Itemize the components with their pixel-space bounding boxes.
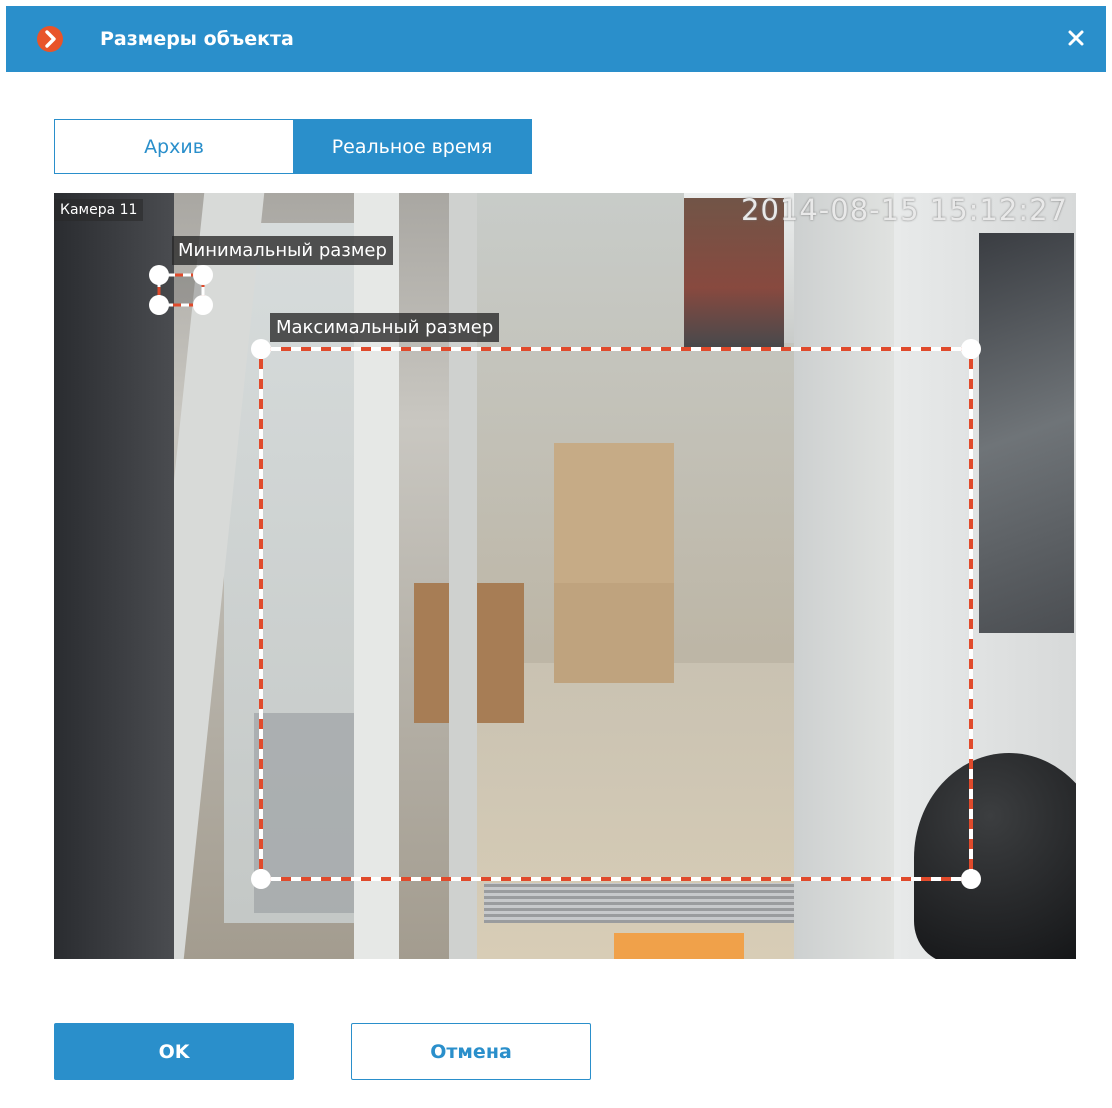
app-logo-icon (37, 26, 63, 52)
max-size-handle[interactable] (961, 339, 981, 359)
camera-video-view[interactable]: Камера 11 2014-08-15 15:12:27 Минимальны… (54, 193, 1076, 959)
ok-button[interactable]: OK (54, 1023, 294, 1080)
tab-archive[interactable]: Архив (55, 120, 293, 173)
scene-mat (614, 933, 744, 959)
min-size-handle[interactable] (193, 265, 213, 285)
video-timestamp: 2014-08-15 15:12:27 (741, 193, 1068, 227)
camera-name-label: Камера 11 (54, 199, 144, 221)
tab-realtime[interactable]: Реальное время (293, 120, 531, 173)
min-size-label: Минимальный размер (172, 236, 393, 265)
min-size-handle[interactable] (149, 265, 169, 285)
max-size-handle[interactable] (961, 869, 981, 889)
scene-wall-picture (979, 233, 1074, 633)
close-icon[interactable] (1062, 24, 1090, 52)
min-size-handle[interactable] (149, 295, 169, 315)
max-size-handle[interactable] (251, 339, 271, 359)
min-size-handle[interactable] (193, 295, 213, 315)
min-size-box[interactable] (149, 265, 213, 315)
cancel-button[interactable]: Отмена (351, 1023, 591, 1080)
dialog-title: Размеры объекта (100, 28, 294, 50)
max-size-box[interactable] (251, 339, 981, 889)
max-size-handle[interactable] (251, 869, 271, 889)
max-size-label: Максимальный размер (270, 313, 500, 342)
mode-switch: Архив Реальное время (54, 119, 532, 174)
title-bar: Размеры объекта (6, 6, 1106, 72)
object-size-dialog: Размеры объекта Архив Реальное время Кам… (6, 6, 1106, 1108)
scene-threshold (484, 883, 804, 923)
